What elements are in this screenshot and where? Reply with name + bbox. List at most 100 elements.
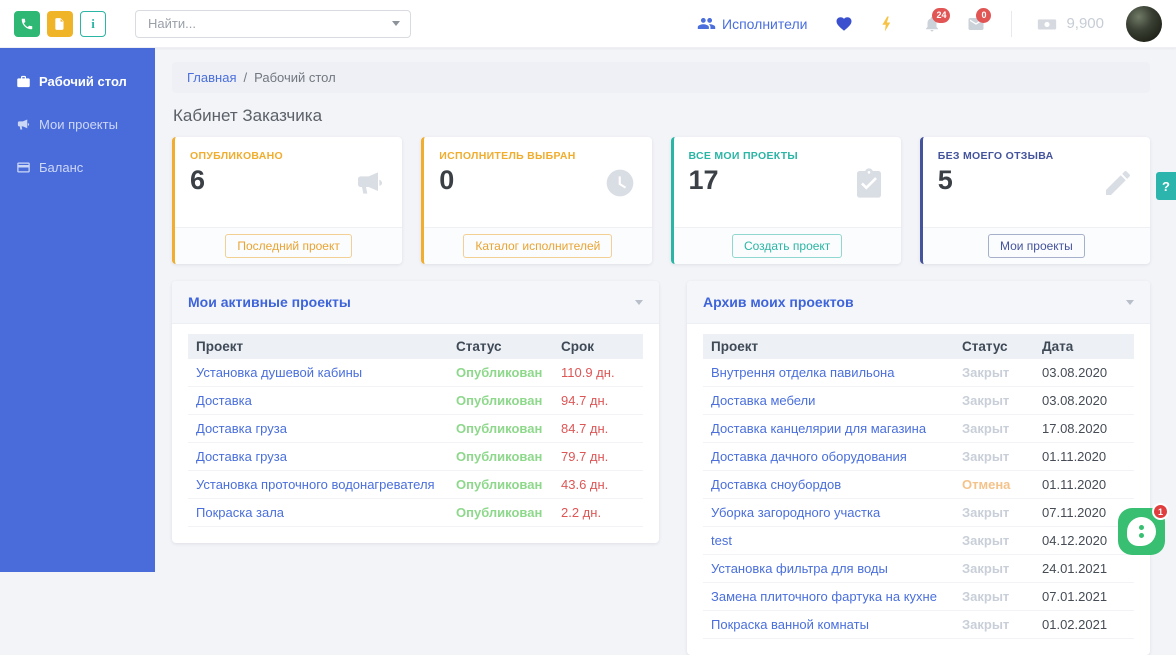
table-row: Установка фильтра для воды Закрыт 24.01.…: [703, 554, 1134, 583]
chat-icon: [1127, 517, 1156, 546]
sidebar-item-dashboard[interactable]: Рабочий стол: [0, 60, 155, 103]
avatar[interactable]: [1126, 5, 1162, 42]
term-value: 94.7 дн.: [553, 386, 643, 415]
status-badge: Отмена: [954, 470, 1034, 499]
notifications-badge: 24: [932, 7, 951, 23]
column-header: Статус: [448, 334, 553, 359]
wallet-icon: [16, 160, 31, 175]
megaphone-icon: [354, 167, 386, 204]
table-row: test Закрыт 04.12.2020: [703, 526, 1134, 555]
status-badge: Закрыт: [954, 610, 1034, 639]
table-row: Покраска зала Опубликован 2.2 дн.: [188, 498, 643, 527]
date-value: 07.01.2021: [1034, 582, 1134, 611]
project-link[interactable]: Уборка загородного участка: [703, 498, 954, 527]
sidebar: Рабочий стол Мои проекты Баланс: [0, 48, 155, 572]
chevron-down-icon[interactable]: [635, 299, 643, 305]
column-header: Проект: [188, 334, 448, 359]
status-badge: Закрыт: [954, 498, 1034, 527]
info-icon: i: [91, 15, 95, 31]
project-link[interactable]: Доставка груза: [188, 442, 448, 471]
executors-link[interactable]: Исполнители: [697, 14, 807, 33]
document-icon: [53, 17, 67, 31]
help-tab[interactable]: ?: [1156, 172, 1176, 200]
clock-icon: [604, 167, 636, 204]
activity-button[interactable]: [879, 15, 897, 33]
status-badge: Закрыт: [954, 442, 1034, 471]
status-badge: Закрыт: [954, 582, 1034, 611]
project-link[interactable]: Доставка мебели: [703, 386, 954, 415]
archive-projects-header: Архив моих проектов: [687, 281, 1150, 324]
stat-card-label: ОПУБЛИКОВАНО: [190, 150, 284, 162]
status-badge: Опубликован: [448, 359, 553, 387]
phone-button[interactable]: [14, 10, 40, 37]
breadcrumb-home-link[interactable]: Главная: [187, 70, 236, 85]
table-row: Доставка сноубордов Отмена 01.11.2020: [703, 470, 1134, 499]
status-badge: Закрыт: [954, 359, 1034, 387]
stat-cards-row: ОПУБЛИКОВАНО 6 Последний проект ИСПОЛНИТ…: [172, 137, 1150, 264]
table-row: Покраска ванной комнаты Закрыт 01.02.202…: [703, 610, 1134, 639]
chat-widget-button[interactable]: 1: [1118, 503, 1169, 555]
project-link[interactable]: Установка фильтра для воды: [703, 554, 954, 583]
project-link[interactable]: Установка проточного водонагревателя: [188, 470, 448, 499]
sidebar-item-label: Рабочий стол: [39, 74, 127, 89]
project-link[interactable]: Внутрення отделка павильона: [703, 359, 954, 387]
status-badge: Опубликован: [448, 470, 553, 499]
document-button[interactable]: [47, 10, 73, 37]
executors-catalog-button[interactable]: Каталог исполнителей: [463, 234, 613, 258]
last-project-button[interactable]: Последний проект: [225, 234, 352, 258]
status-badge: Закрыт: [954, 526, 1034, 555]
balance-indicator[interactable]: 9,900: [1036, 13, 1104, 35]
stat-card-all-projects: ВСЕ МОИ ПРОЕКТЫ 17 Создать проект: [670, 137, 901, 264]
date-value: 24.01.2021: [1034, 554, 1134, 583]
chevron-down-icon[interactable]: [392, 21, 400, 26]
column-header: Статус: [954, 334, 1034, 359]
table-row: Доставка канцелярии для магазина Закрыт …: [703, 414, 1134, 443]
project-link[interactable]: Покраска ванной комнаты: [703, 610, 954, 639]
create-project-button[interactable]: Создать проект: [731, 234, 843, 258]
project-link[interactable]: Доставка груза: [188, 414, 448, 443]
notifications-button[interactable]: 24: [923, 7, 951, 33]
main-content: Главная / Рабочий стол Кабинет Заказчика…: [155, 48, 1176, 655]
term-value: 84.7 дн.: [553, 414, 643, 443]
phone-icon: [20, 17, 34, 31]
sidebar-item-my-projects[interactable]: Мои проекты: [0, 103, 155, 146]
stat-card-label: ВСЕ МОИ ПРОЕКТЫ: [688, 150, 799, 162]
project-link[interactable]: test: [703, 526, 954, 555]
stat-card-label: ИСПОЛНИТЕЛЬ ВЫБРАН: [439, 150, 576, 162]
project-link[interactable]: Доставка: [188, 386, 448, 415]
project-link[interactable]: Доставка канцелярии для магазина: [703, 414, 954, 443]
project-link[interactable]: Замена плиточного фартука на кухне: [703, 582, 954, 611]
sidebar-item-balance[interactable]: Баланс: [0, 146, 155, 189]
breadcrumb: Главная / Рабочий стол: [172, 62, 1150, 93]
table-row: Установка душевой кабины Опубликован 110…: [188, 359, 643, 387]
project-link[interactable]: Установка душевой кабины: [188, 359, 448, 387]
search-box[interactable]: [135, 9, 411, 38]
briefcase-icon: [16, 74, 31, 89]
messages-button[interactable]: 0: [967, 7, 992, 33]
status-badge: Опубликован: [448, 442, 553, 471]
messages-badge: 0: [976, 7, 992, 23]
active-projects-header: Мои активные проекты: [172, 281, 659, 324]
chat-badge: 1: [1152, 503, 1169, 520]
megaphone-icon: [16, 117, 31, 132]
my-projects-button[interactable]: Мои проекты: [987, 234, 1085, 258]
sidebar-item-label: Мои проекты: [39, 117, 118, 132]
page-title: Кабинет Заказчика: [173, 106, 323, 125]
date-value: 01.11.2020: [1034, 470, 1134, 499]
stat-card-executor-chosen: ИСПОЛНИТЕЛЬ ВЫБРАН 0 Каталог исполнителе…: [421, 137, 652, 264]
project-link[interactable]: Доставка дачного оборудования: [703, 442, 954, 471]
chevron-down-icon[interactable]: [1126, 299, 1134, 305]
top-header: i Исполнители 24: [0, 0, 1176, 48]
favorites-button[interactable]: [835, 15, 853, 33]
project-link[interactable]: Доставка сноубордов: [703, 470, 954, 499]
status-badge: Закрыт: [954, 386, 1034, 415]
term-value: 2.2 дн.: [553, 498, 643, 527]
table-row: Внутрення отделка павильона Закрыт 03.08…: [703, 359, 1134, 387]
info-button[interactable]: i: [80, 10, 106, 37]
search-input[interactable]: [146, 15, 392, 32]
term-value: 110.9 дн.: [553, 359, 643, 387]
table-row: Доставка мебели Закрыт 03.08.2020: [703, 386, 1134, 415]
sidebar-item-label: Баланс: [39, 160, 84, 175]
project-link[interactable]: Покраска зала: [188, 498, 448, 527]
archive-projects-panel: Архив моих проектов Проект Статус Дата В…: [687, 281, 1150, 655]
